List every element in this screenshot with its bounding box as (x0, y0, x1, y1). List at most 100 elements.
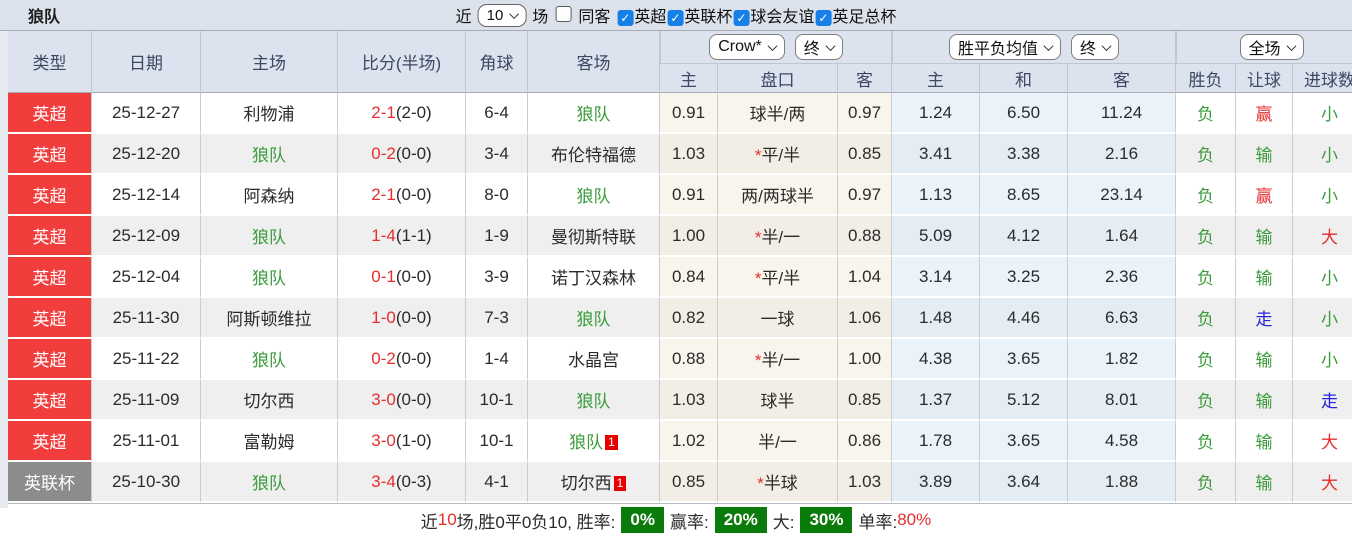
avg-draw-cell: 3.65 (980, 421, 1068, 462)
score-cell: 0-2(0-0) (338, 339, 466, 380)
home-odds-cell: 0.91 (660, 93, 718, 134)
filter-checkbox-same-away[interactable] (555, 6, 571, 22)
halftime-score: (1-0) (396, 431, 432, 450)
avg-state-value: 终 (1080, 35, 1096, 59)
odds-state-select[interactable]: 终 (795, 34, 843, 60)
home-odds-cell: 0.84 (660, 257, 718, 298)
table-row: 英超25-12-04狼队0-1(0-0)3-9诺丁汉森林0.84*平/半1.04… (8, 257, 1352, 298)
subcol-handicap-result: 让球 (1236, 63, 1293, 93)
away-team-name: 曼彻斯特联 (551, 228, 636, 247)
filter-checkbox-league-4[interactable]: ✓ (815, 10, 831, 26)
home-odds-cell: 0.85 (660, 462, 718, 503)
recent-count-select[interactable]: 10 (478, 4, 527, 27)
filter-checkbox-league-1[interactable]: ✓ (617, 10, 633, 26)
halftime-score: (0-0) (396, 267, 432, 286)
handicap-result-cell: 输 (1236, 339, 1293, 380)
home-odds-cell: 1.02 (660, 421, 718, 462)
table-row: 英超25-12-14阿森纳2-1(0-0)8-0狼队0.91两/两球半0.971… (8, 175, 1352, 216)
away-team-name: 狼队 (577, 105, 611, 124)
avg-state-select[interactable]: 终 (1071, 34, 1119, 60)
chevron-down-icon (767, 41, 777, 51)
date-cell: 25-11-22 (92, 339, 201, 380)
halftime-score: (0-0) (396, 349, 432, 368)
date-cell: 25-11-30 (92, 298, 201, 339)
filter-checkbox-league-3[interactable]: ✓ (733, 10, 749, 26)
handicap-cell: 球半 (718, 380, 838, 421)
subcol-goals: 进球数 (1293, 63, 1352, 93)
col-header-home: 主场 (201, 31, 338, 93)
home-team-name: 阿森纳 (244, 187, 295, 206)
halftime-score: (0-0) (396, 390, 432, 409)
away-team-name: 诺丁汉森林 (551, 269, 636, 288)
handicap-line: 平/半 (761, 146, 800, 165)
away-odds-cell: 1.00 (838, 339, 892, 380)
filter-label: 球会友谊 (750, 9, 814, 26)
subcol-odds-home: 主 (660, 63, 718, 93)
table-row: 英超25-12-20狼队0-2(0-0)3-4布伦特福德1.03*平/半0.85… (8, 134, 1352, 175)
subcol-avg-draw: 和 (980, 63, 1068, 93)
goals-result-cell: 大 (1293, 216, 1352, 257)
corners-cell: 1-9 (466, 216, 528, 257)
fulltime-score: 0-2 (371, 349, 396, 368)
home-odds-cell: 0.88 (660, 339, 718, 380)
home-team-cell: 利物浦 (201, 93, 338, 134)
halftime-score: (0-0) (396, 185, 432, 204)
away-team-name: 狼队 (569, 433, 603, 452)
type-cell: 英超 (8, 134, 92, 175)
avg-draw-cell: 4.46 (980, 298, 1068, 339)
handicap-cell: *平/半 (718, 134, 838, 175)
goals-result-cell: 小 (1293, 339, 1352, 380)
goals-result-cell: 大 (1293, 421, 1352, 462)
handicap-line: 一球 (761, 310, 795, 329)
near-label: 近 (456, 3, 472, 27)
filter-checkbox-league-2[interactable]: ✓ (667, 10, 683, 26)
date-cell: 25-10-30 (92, 462, 201, 503)
big-rate-label: 大: (773, 508, 795, 533)
type-cell: 英联杯 (8, 462, 92, 503)
fulltime-score: 2-1 (371, 185, 396, 204)
halftime-score: (0-0) (396, 308, 432, 327)
avg-away-cell: 6.63 (1068, 298, 1176, 339)
chevron-down-icon (509, 9, 519, 19)
filter-label: 英超 (634, 9, 666, 26)
home-team-name: 狼队 (252, 269, 286, 288)
away-odds-cell: 1.06 (838, 298, 892, 339)
outcome-cell: 负 (1176, 298, 1236, 339)
home-team-cell: 狼队 (201, 134, 338, 175)
home-team-name: 切尔西 (244, 392, 295, 411)
filter-label: 同客 (578, 9, 610, 26)
avg-home-cell: 1.13 (892, 175, 980, 216)
scope-select[interactable]: 全场 (1240, 34, 1304, 60)
odds-company-select[interactable]: Crow* (709, 34, 785, 60)
date-cell: 25-11-01 (92, 421, 201, 462)
handicap-cell: *平/半 (718, 257, 838, 298)
score-cell: 2-1(2-0) (338, 93, 466, 134)
away-team-cell: 曼彻斯特联 (528, 216, 660, 257)
home-team-cell: 狼队 (201, 462, 338, 503)
score-cell: 3-4(0-3) (338, 462, 466, 503)
home-team-name: 狼队 (252, 146, 286, 165)
summary-prefix: 近 (421, 508, 438, 533)
avg-type-select[interactable]: 胜平负均值 (949, 34, 1061, 60)
halftime-score: (1-1) (396, 226, 432, 245)
away-odds-cell: 1.03 (838, 462, 892, 503)
avg-draw-cell: 6.50 (980, 93, 1068, 134)
score-cell: 3-0(0-0) (338, 380, 466, 421)
avg-draw-cell: 3.64 (980, 462, 1068, 503)
avg-draw-cell: 8.65 (980, 175, 1068, 216)
away-team-cell: 狼队 (528, 175, 660, 216)
table-row: 英超25-11-01富勒姆3-0(1-0)10-1狼队11.02半/一0.861… (8, 421, 1352, 462)
score-cell: 0-2(0-0) (338, 134, 466, 175)
subcol-avg-home: 主 (892, 63, 980, 93)
outcome-cell: 负 (1176, 339, 1236, 380)
home-team-cell: 狼队 (201, 339, 338, 380)
avg-home-cell: 3.41 (892, 134, 980, 175)
score-cell: 3-0(1-0) (338, 421, 466, 462)
away-team-cell: 狼队 (528, 380, 660, 421)
goals-result-cell: 小 (1293, 175, 1352, 216)
handicap-rate-label: 赢率: (670, 508, 709, 533)
date-cell: 25-12-04 (92, 257, 201, 298)
outcome-cell: 负 (1176, 93, 1236, 134)
subcol-handicap: 盘口 (718, 63, 838, 93)
handicap-line: 半/一 (761, 228, 800, 247)
